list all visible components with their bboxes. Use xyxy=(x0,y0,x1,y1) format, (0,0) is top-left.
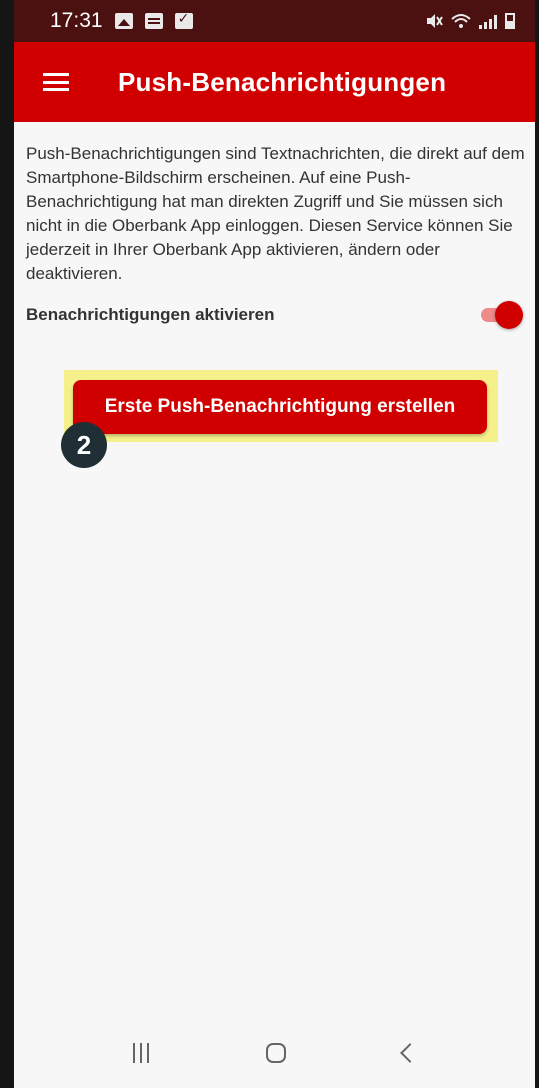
intro-text: Push-Benachrichtigungen sind Textnachric… xyxy=(26,144,525,283)
notifications-setting-row: Benachrichtigungen aktivieren xyxy=(26,300,527,330)
hamburger-menu-icon[interactable] xyxy=(26,42,86,122)
battery-icon xyxy=(505,13,515,29)
home-icon[interactable] xyxy=(265,1043,286,1063)
page-title: Push-Benachrichtigungen xyxy=(118,66,447,97)
status-left: 17:31 xyxy=(50,9,193,33)
notifications-toggle[interactable] xyxy=(479,300,523,330)
create-first-push-notification-button[interactable]: Erste Push-Benachrichtigung erstellen xyxy=(73,380,487,434)
app-bar: Push-Benachrichtigungen xyxy=(14,42,535,122)
signal-icon xyxy=(479,15,497,29)
system-nav-bar xyxy=(14,1018,535,1088)
recent-apps-icon[interactable] xyxy=(132,1043,149,1063)
check-icon xyxy=(174,10,193,29)
status-bar: 17:31 xyxy=(14,0,535,42)
phone-screen: 17:31 Push-Benachrichtigungen xyxy=(0,0,539,1088)
wifi-icon xyxy=(451,14,471,28)
status-right xyxy=(425,13,515,29)
calendar-icon xyxy=(144,13,163,29)
status-time: 17:31 xyxy=(50,9,103,32)
step-badge: 2 xyxy=(61,422,107,468)
mute-icon xyxy=(427,14,443,28)
toggle-thumb[interactable] xyxy=(495,301,523,329)
toggle-label: Benachrichtigungen aktivieren xyxy=(26,305,275,324)
main-content: Push-Benachrichtigungen sind Textnachric… xyxy=(14,122,535,1088)
back-icon[interactable] xyxy=(399,1043,420,1063)
image-icon xyxy=(114,13,133,29)
